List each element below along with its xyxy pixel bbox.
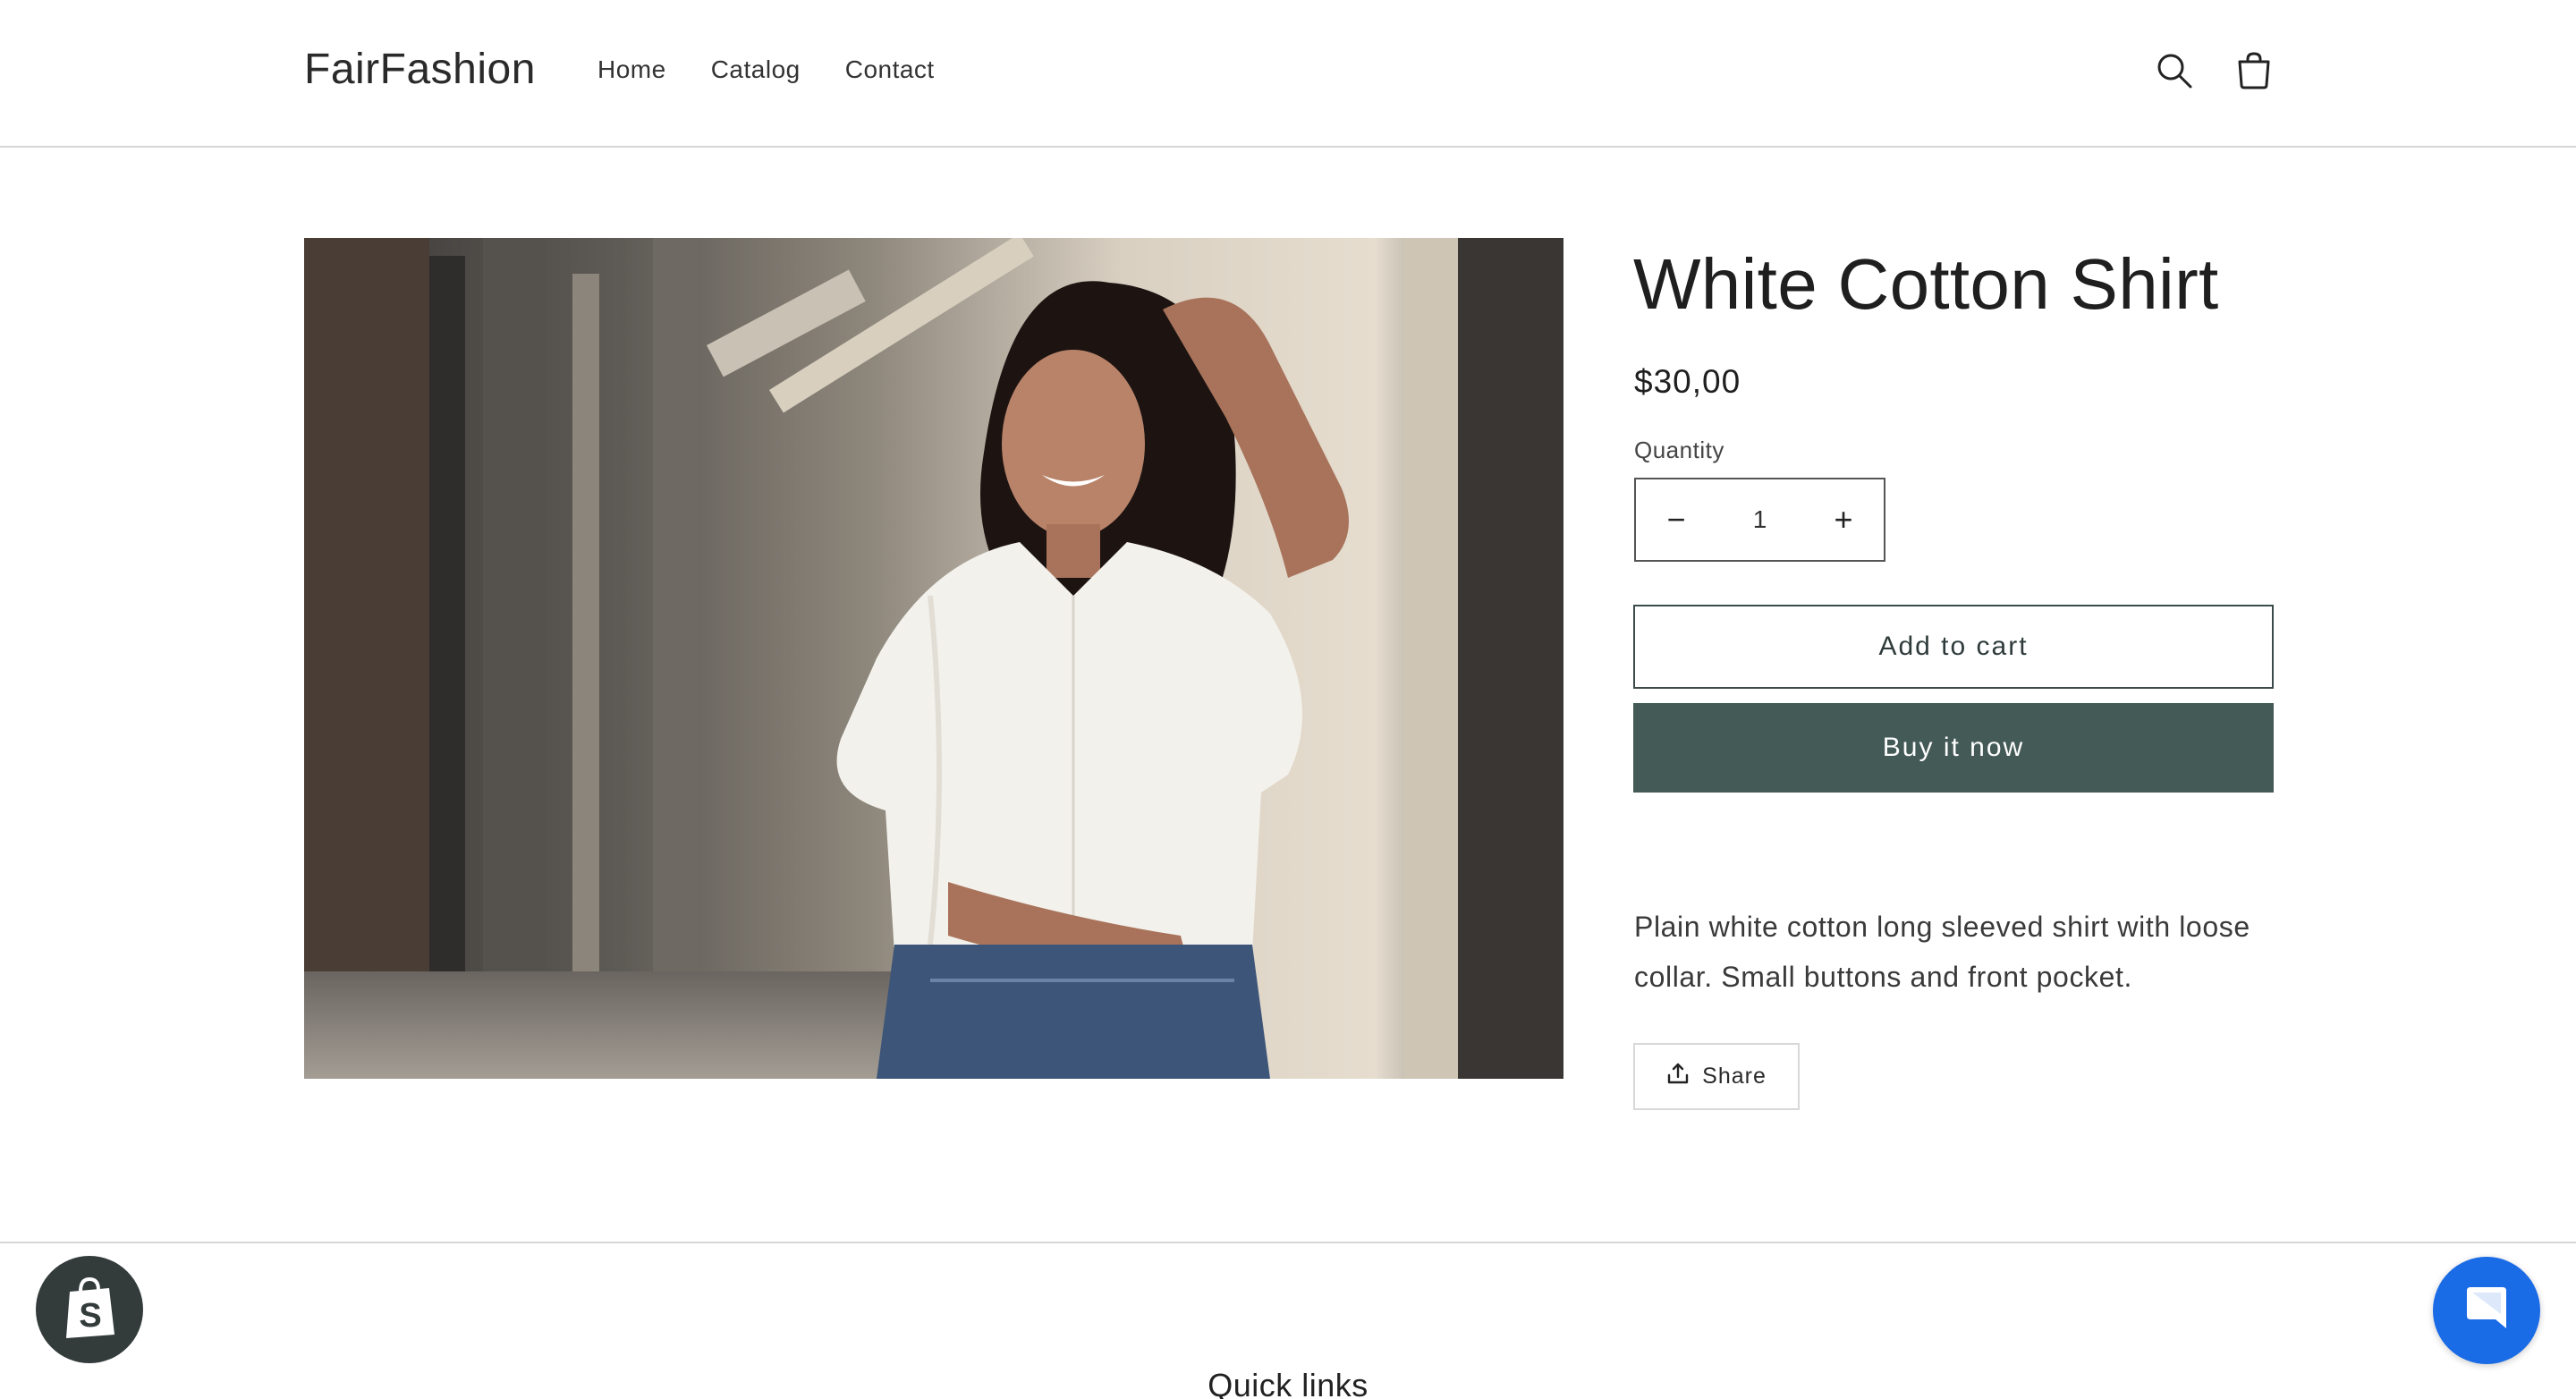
increase-quantity-button[interactable]: + [1803,479,1884,560]
share-label: Share [1702,1064,1767,1089]
product-price: $30,00 [1634,363,1741,400]
nav-catalog-link[interactable]: Catalog [711,55,801,84]
share-icon [1666,1062,1690,1091]
store-logo[interactable]: FairFashion [304,45,536,94]
add-to-cart-button[interactable]: Add to cart [1633,605,2274,689]
search-icon[interactable] [2152,48,2197,93]
share-button[interactable]: Share [1633,1043,1800,1110]
shopify-badge[interactable]: S [36,1256,143,1363]
buy-it-now-button[interactable]: Buy it now [1633,703,2274,793]
chat-icon [2460,1282,2513,1340]
shopify-bag-icon: S [61,1276,118,1344]
footer-quick-links-heading: Quick links [1208,1367,1368,1399]
quantity-label: Quantity [1634,437,1724,463]
svg-text:S: S [79,1297,101,1335]
quantity-stepper: − 1 + [1634,478,1885,562]
nav-contact-link[interactable]: Contact [845,55,935,84]
site-header: FairFashion Home Catalog Contact [0,0,2576,148]
footer-divider [0,1242,2576,1243]
product-title: White Cotton Shirt [1633,244,2219,324]
nav-home-link[interactable]: Home [597,55,666,84]
decrease-quantity-button[interactable]: − [1636,479,1716,560]
cart-icon[interactable] [2232,48,2276,93]
chat-button[interactable] [2433,1257,2540,1364]
product-page: FairFashion Home Catalog Contact White C… [0,0,2576,1399]
quantity-input[interactable]: 1 [1716,505,1803,534]
product-description: Plain white cotton long sleeved shirt wi… [1634,911,2250,993]
plus-icon: + [1834,501,1853,538]
product-photo[interactable] [304,238,1563,1079]
main-nav: Home Catalog Contact [597,55,935,84]
minus-icon: − [1666,501,1686,538]
